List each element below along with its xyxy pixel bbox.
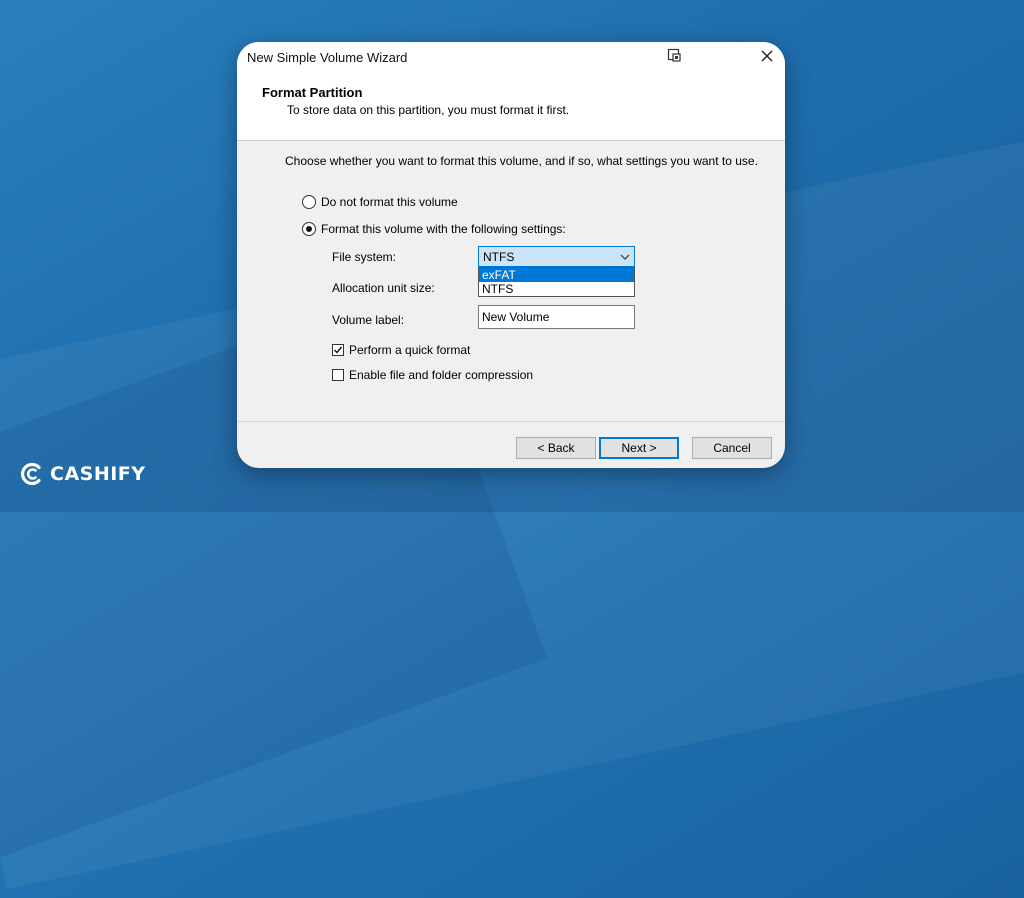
cancel-button[interactable]: Cancel — [692, 437, 772, 459]
page-title: Format Partition — [262, 85, 363, 100]
wizard-body: Choose whether you want to format this v… — [237, 141, 785, 421]
cashify-logo-icon — [20, 462, 41, 486]
window-title: New Simple Volume Wizard — [247, 50, 408, 65]
compression-label: Enable file and folder compression — [349, 368, 534, 382]
checkmark-icon — [334, 346, 343, 354]
context-help-icon[interactable] — [667, 48, 681, 62]
file-system-label: File system: — [332, 250, 397, 264]
wizard-window: New Simple Volume Wizard Format Partitio… — [237, 42, 785, 468]
volume-label-input[interactable]: New Volume — [478, 305, 635, 329]
brand-watermark: CASHIFY — [18, 460, 146, 488]
radio-do-not-format-label: Do not format this volume — [321, 195, 458, 209]
next-button[interactable]: Next > — [599, 437, 679, 459]
instruction-text: Choose whether you want to format this v… — [285, 154, 758, 168]
radio-button-selected[interactable] — [302, 222, 316, 236]
allocation-unit-size-label: Allocation unit size: — [332, 281, 435, 295]
volume-label-label: Volume label: — [332, 313, 405, 327]
compression-option[interactable]: Enable file and folder compression — [332, 368, 533, 382]
dropdown-option-ntfs[interactable]: NTFS — [479, 282, 634, 296]
chevron-down-icon — [620, 254, 630, 260]
volume-label-value: New Volume — [482, 310, 550, 324]
radio-format-volume[interactable]: Format this volume with the following se… — [302, 222, 566, 236]
dropdown-option-exfat[interactable]: exFAT — [479, 268, 634, 282]
close-icon[interactable] — [759, 48, 775, 64]
quick-format-option[interactable]: Perform a quick format — [332, 343, 470, 357]
file-system-value: NTFS — [483, 250, 515, 264]
radio-format-volume-label: Format this volume with the following se… — [321, 222, 566, 236]
radio-do-not-format[interactable]: Do not format this volume — [302, 195, 458, 209]
file-system-dropdown-list: exFAT NTFS — [478, 267, 635, 297]
title-bar: New Simple Volume Wizard — [237, 42, 785, 72]
footer-divider — [237, 421, 785, 422]
brand-name: CASHIFY — [50, 463, 146, 485]
back-button[interactable]: < Back — [516, 437, 596, 459]
file-system-select[interactable]: NTFS — [478, 246, 635, 267]
page-subtitle: To store data on this partition, you mus… — [287, 103, 570, 117]
quick-format-checkbox[interactable] — [332, 344, 344, 356]
wizard-header: Format Partition To store data on this p… — [237, 72, 785, 141]
compression-checkbox[interactable] — [332, 369, 344, 381]
radio-button[interactable] — [302, 195, 316, 209]
quick-format-label: Perform a quick format — [349, 343, 471, 357]
